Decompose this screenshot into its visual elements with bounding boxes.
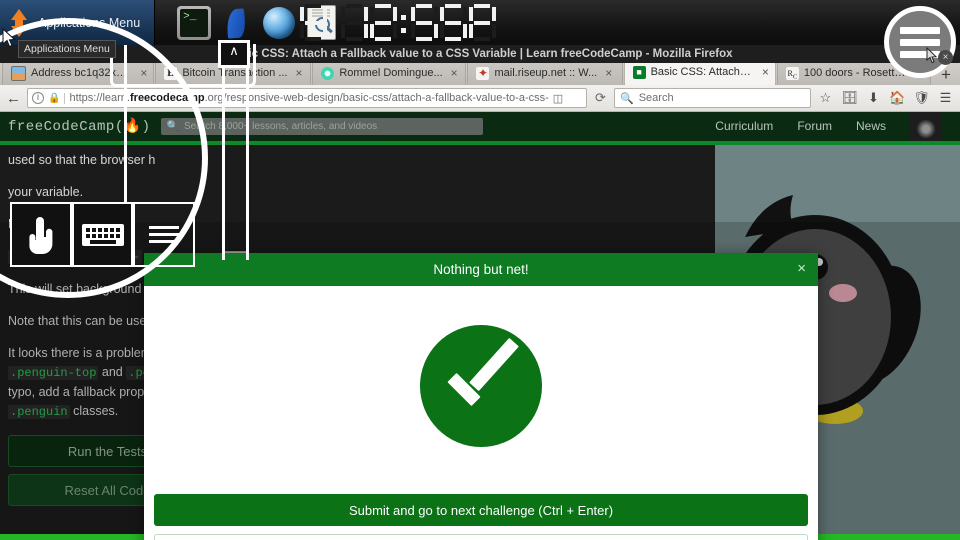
keyboard-icon[interactable]	[71, 202, 134, 267]
search-bar[interactable]: 🔍 Search	[614, 88, 811, 108]
tab-close-icon[interactable]: ×	[602, 66, 612, 80]
clock-digit-h2	[370, 4, 397, 42]
modal-footer: Submit and go to next challenge (Ctrl + …	[144, 486, 818, 540]
reload-button[interactable]: ⟳	[592, 90, 609, 107]
clock-colon	[399, 4, 409, 42]
overlay-menu-ring[interactable]	[884, 6, 956, 78]
downloads-icon[interactable]: ⬇	[864, 89, 883, 108]
rommel-icon	[321, 66, 335, 80]
reader-view-icon[interactable]: ◫	[553, 92, 563, 105]
url-suffix: .org/responsive-web-design/basic-css/att…	[204, 92, 549, 104]
completion-modal: Nothing but net! × Submit and go to next…	[144, 253, 818, 540]
menu-icon[interactable]: ☰	[936, 89, 955, 108]
overlay-menu-button[interactable]	[133, 202, 196, 267]
home-icon[interactable]: 🏠	[888, 89, 907, 108]
tab-close-icon[interactable]: ×	[448, 66, 458, 80]
tab-title: Rommel Domingue...	[339, 67, 443, 79]
clock-meridiem	[469, 4, 496, 42]
success-checkmark-icon	[420, 325, 542, 447]
mouse-cursor-secondary	[926, 46, 938, 64]
search-icon: 🔍	[620, 92, 634, 105]
tab-title: Basic CSS: Attach a ...	[650, 66, 754, 78]
shield-icon[interactable]: 🛡	[912, 89, 931, 108]
rosetta-icon: RC	[785, 66, 799, 81]
overlay-control-group	[10, 202, 196, 267]
search-input[interactable]: Search	[639, 92, 674, 104]
clock-digit-h1	[341, 4, 368, 42]
download-solution-button[interactable]: Download my solution	[154, 534, 808, 540]
clock-digit-m1	[411, 4, 438, 42]
overlay-caret-button[interactable]: ∧	[218, 40, 250, 68]
close-icon[interactable]: ×	[797, 260, 806, 278]
caret-up-icon: ∧	[229, 43, 239, 58]
browser-tab[interactable]: ✦ mail.riseup.net :: W... ×	[467, 60, 623, 85]
globe-icon[interactable]	[263, 6, 296, 39]
touch-hand-icon[interactable]	[10, 202, 72, 267]
freecodecamp-icon: ■	[632, 65, 646, 79]
hamburger-menu-icon	[149, 222, 180, 247]
modal-body	[144, 286, 818, 486]
tab-title: mail.riseup.net :: W...	[494, 67, 598, 79]
fin-icon[interactable]	[223, 6, 251, 40]
url-bar-actions: ◫	[553, 92, 563, 105]
digital-clock	[300, 2, 496, 44]
xfce-taskbar: Applications Menu >_	[0, 0, 960, 45]
submit-next-challenge-button[interactable]: Submit and go to next challenge (Ctrl + …	[154, 494, 808, 526]
browser-tab[interactable]: Rommel Domingue... ×	[312, 60, 467, 85]
taskbar-tooltip: Applications Menu	[18, 40, 116, 58]
overlay-close-dot[interactable]: ×	[938, 50, 953, 65]
tab-title: 100 doors - Rosetta ...	[803, 67, 910, 79]
screen-root: Applications Menu >_ Basic CSS: Attach a…	[0, 0, 960, 540]
mail-riseup-icon: ✦	[476, 65, 490, 80]
library-icon[interactable]: 🗄	[840, 89, 859, 108]
bookmark-star-icon[interactable]: ☆	[816, 89, 835, 108]
modal-title: Nothing but net!	[433, 262, 529, 277]
clock-digit-m2	[440, 4, 467, 42]
tab-close-icon[interactable]: ×	[293, 66, 303, 80]
tab-close-icon[interactable]: ×	[759, 65, 769, 79]
mouse-cursor	[2, 28, 16, 48]
terminal-icon[interactable]: >_	[177, 5, 212, 40]
clock-digit-day	[300, 4, 327, 42]
